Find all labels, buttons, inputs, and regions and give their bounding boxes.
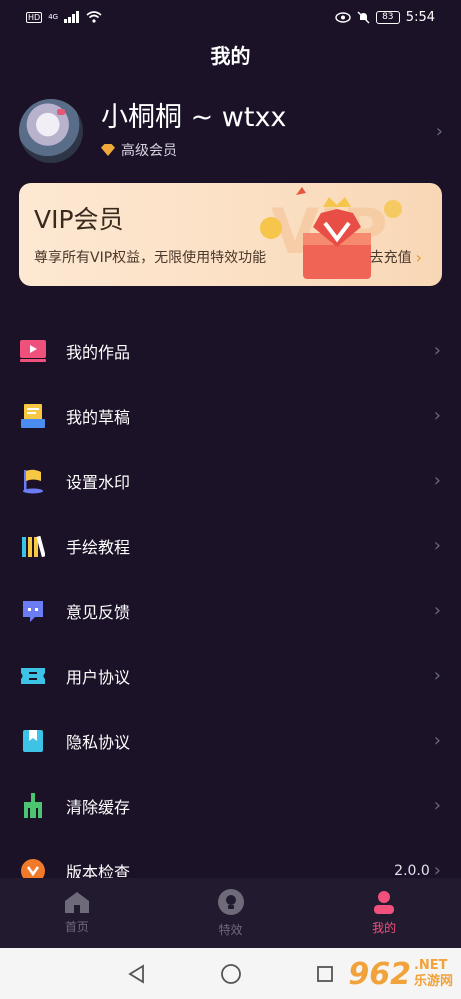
watermark-number: 962 [348, 956, 411, 992]
back-icon[interactable] [127, 963, 147, 984]
menu-item-tutorial[interactable]: 手绘教程 › [0, 513, 461, 578]
site-watermark: 962 .NET 乐游网 [348, 950, 453, 998]
network-indicator: 4G [48, 13, 59, 21]
chevron-right-icon: › [433, 470, 441, 491]
vip-gift-illustration: VIP [260, 187, 402, 279]
eye-icon [335, 11, 351, 23]
clock: 5:54 [405, 9, 435, 25]
status-bar-right: 83 5:54 [335, 10, 435, 25]
hd-indicator: HD [26, 11, 43, 23]
watermark-name: 乐游网 [413, 974, 453, 989]
chevron-right-icon: › [433, 730, 441, 751]
home-icon [64, 892, 89, 913]
menu-item-my-works[interactable]: 我的作品 › [0, 318, 461, 383]
books-icon [20, 533, 46, 559]
diamond-icon [101, 144, 115, 156]
flag-icon [20, 468, 46, 494]
broom-icon [20, 792, 46, 819]
watermark-domain: .NET [413, 958, 448, 973]
avatar[interactable] [19, 99, 83, 163]
vip-card[interactable]: VIP VIP会员 尊享所有VIP权益，无限使用特效功能 去充值 › [19, 183, 442, 286]
tab-label: 特效 [218, 923, 243, 937]
draft-box-icon [20, 403, 46, 429]
chevron-right-icon: › [435, 120, 443, 142]
profile-icon [374, 891, 395, 914]
chevron-right-icon: › [433, 795, 441, 816]
status-bar: HD 4G 83 5:54 [0, 0, 461, 34]
recharge-label: 去充值 [369, 250, 412, 266]
menu-label: 隐私协议 [66, 732, 131, 752]
menu-label: 设置水印 [66, 472, 131, 492]
menu-label: 意见反馈 [66, 602, 131, 622]
tab-home[interactable]: 首页 [0, 878, 154, 948]
chevron-right-icon: › [433, 600, 441, 621]
chevron-right-icon: › [433, 405, 441, 426]
user-name: 小桐桐 ~ wtxx [101, 102, 287, 133]
status-bar-left: HD 4G [26, 11, 102, 23]
menu-item-user-agreement[interactable]: 用户协议 › [0, 643, 461, 708]
bottom-tab-bar: 首页 特效 我的 [0, 878, 461, 948]
bookmark-box-icon [20, 728, 46, 754]
menu-item-feedback[interactable]: 意见反馈 › [0, 578, 461, 643]
menu-item-watermark[interactable]: 设置水印 › [0, 448, 461, 513]
signal-icon [64, 11, 80, 23]
recharge-button[interactable]: 去充值 › [370, 247, 422, 267]
recents-icon[interactable] [315, 964, 335, 984]
ticket-icon [20, 663, 46, 689]
vip-description: 尊享所有VIP权益，无限使用特效功能 [34, 250, 267, 266]
tab-label: 首页 [64, 920, 89, 934]
menu-label: 用户协议 [66, 667, 131, 687]
menu-item-clear-cache[interactable]: 清除缓存 › [0, 773, 461, 838]
chevron-right-icon: › [433, 665, 441, 686]
menu-label: 我的草稿 [66, 407, 131, 427]
vip-title: VIP会员 [34, 205, 124, 234]
battery-indicator: 83 [375, 10, 400, 24]
chevron-right-icon: › [433, 340, 441, 361]
member-level-label: 高级会员 [121, 143, 177, 159]
watermark-text: .NET 乐游网 [414, 958, 453, 990]
chat-bubble-icon [20, 598, 46, 624]
play-video-icon [20, 338, 46, 364]
menu-item-drafts[interactable]: 我的草稿 › [0, 383, 461, 448]
home-circle-icon[interactable] [220, 963, 242, 985]
menu-label: 清除缓存 [66, 797, 131, 817]
profile-info: 小桐桐 ~ wtxx 高级会员 [101, 102, 436, 160]
menu-label: 我的作品 [66, 342, 131, 362]
menu-label: 手绘教程 [66, 537, 131, 557]
effects-icon [217, 889, 244, 915]
chevron-right-icon: › [433, 535, 441, 556]
tab-profile[interactable]: 我的 [307, 878, 461, 948]
tab-effects[interactable]: 特效 [154, 878, 308, 948]
tab-label: 我的 [372, 921, 397, 935]
wifi-icon [86, 11, 102, 23]
mute-bell-icon [357, 11, 370, 23]
chevron-right-icon: › [415, 247, 422, 267]
member-badge: 高级会员 [101, 140, 436, 160]
page-title: 我的 [210, 44, 251, 68]
profile-row[interactable]: 小桐桐 ~ wtxx 高级会员 › [19, 97, 443, 165]
menu-item-privacy[interactable]: 隐私协议 › [0, 708, 461, 773]
version-number: 2.0.0 [394, 862, 430, 879]
